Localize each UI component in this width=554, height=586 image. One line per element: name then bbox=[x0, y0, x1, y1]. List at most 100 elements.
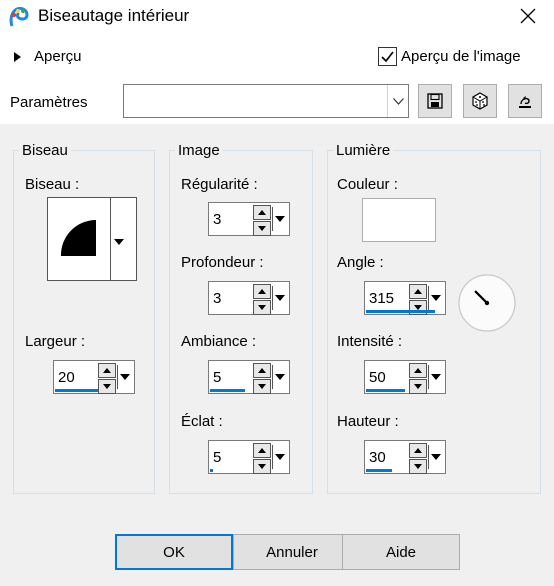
arrow-down-icon bbox=[414, 464, 422, 469]
cancel-button[interactable]: Annuler bbox=[233, 534, 351, 570]
arrow-down-icon bbox=[258, 384, 266, 389]
ambience-level-bar bbox=[210, 389, 245, 392]
angle-dial[interactable] bbox=[452, 272, 522, 334]
depth-spinbox[interactable] bbox=[208, 281, 290, 315]
arrow-down-icon bbox=[258, 305, 266, 310]
width-spinbox[interactable] bbox=[53, 360, 135, 394]
smoothness-spinbox[interactable] bbox=[208, 202, 290, 236]
ambience-down-button[interactable] bbox=[253, 379, 271, 394]
presets-label: Paramètres bbox=[10, 94, 88, 111]
width-level-bar bbox=[55, 389, 98, 392]
arrow-up-icon bbox=[258, 289, 266, 294]
ambience-spinbox[interactable] bbox=[208, 360, 290, 394]
help-button[interactable]: Aide bbox=[342, 534, 460, 570]
width-input[interactable] bbox=[58, 369, 92, 386]
arrow-down-icon bbox=[258, 464, 266, 469]
shininess-down-button[interactable] bbox=[253, 459, 271, 474]
window-title: Biseautage intérieur bbox=[38, 6, 190, 25]
width-down-button[interactable] bbox=[98, 379, 116, 394]
checkmark-icon bbox=[381, 51, 394, 63]
arrow-up-icon bbox=[103, 368, 111, 373]
shininess-input[interactable] bbox=[213, 449, 247, 466]
smoothness-slider-dropdown[interactable] bbox=[272, 207, 287, 231]
arrow-down-icon bbox=[258, 226, 266, 231]
angle-spinbox[interactable] bbox=[364, 281, 446, 315]
arrow-up-icon bbox=[258, 368, 266, 373]
width-up-button[interactable] bbox=[98, 363, 116, 378]
triangle-down-icon bbox=[275, 374, 285, 380]
image-group-title: Image bbox=[175, 142, 223, 159]
shininess-level-bar bbox=[210, 469, 213, 472]
ambience-input[interactable] bbox=[213, 369, 247, 386]
image-preview-label: Aperçu de l'image bbox=[401, 48, 521, 65]
randomize-button[interactable] bbox=[463, 84, 497, 118]
triangle-down-icon bbox=[114, 239, 124, 245]
angle-slider-dropdown[interactable] bbox=[428, 286, 443, 310]
close-button[interactable] bbox=[510, 2, 546, 30]
save-icon bbox=[427, 93, 443, 109]
checkbox-box[interactable] bbox=[378, 47, 397, 66]
intensity-spinbox[interactable] bbox=[364, 360, 446, 394]
width-slider-dropdown[interactable] bbox=[117, 365, 132, 389]
triangle-down-icon bbox=[120, 374, 130, 380]
save-preset-button[interactable] bbox=[418, 84, 452, 118]
height-up-button[interactable] bbox=[409, 443, 427, 458]
width-label: Largeur : bbox=[25, 333, 86, 350]
preview-toggle-label: Aperçu bbox=[34, 48, 82, 65]
bevel-group-title: Biseau bbox=[19, 142, 71, 159]
shininess-spinbox[interactable] bbox=[208, 440, 290, 474]
height-input[interactable] bbox=[369, 449, 403, 466]
shininess-label: Éclat : bbox=[181, 413, 223, 430]
shininess-up-button[interactable] bbox=[253, 443, 271, 458]
light-group-title: Lumière bbox=[333, 142, 394, 159]
triangle-right-icon bbox=[14, 51, 21, 62]
smoothness-down-button[interactable] bbox=[253, 221, 271, 236]
angle-dial-knob[interactable] bbox=[484, 300, 490, 306]
presets-input[interactable] bbox=[128, 91, 382, 109]
smoothness-input[interactable] bbox=[213, 211, 247, 228]
height-slider-dropdown[interactable] bbox=[428, 445, 443, 469]
preview-toggle[interactable]: Aperçu bbox=[14, 48, 82, 65]
angle-up-button[interactable] bbox=[409, 284, 427, 299]
image-preview-checkbox[interactable]: Aperçu de l'image bbox=[378, 47, 521, 66]
bevel-shape-picker[interactable] bbox=[47, 197, 137, 281]
arrow-up-icon bbox=[414, 368, 422, 373]
triangle-down-icon bbox=[275, 454, 285, 460]
light-color-swatch[interactable] bbox=[362, 198, 436, 242]
bevel-label: Biseau : bbox=[25, 176, 80, 193]
ambience-label: Ambiance : bbox=[181, 333, 257, 350]
ambience-up-button[interactable] bbox=[253, 363, 271, 378]
intensity-label: Intensité : bbox=[337, 333, 403, 350]
reset-icon bbox=[519, 96, 531, 108]
triangle-down-icon bbox=[275, 295, 285, 301]
triangle-down-icon bbox=[431, 295, 441, 301]
angle-label: Angle : bbox=[337, 254, 384, 271]
arrow-up-icon bbox=[414, 448, 422, 453]
height-down-button[interactable] bbox=[409, 459, 427, 474]
intensity-slider-dropdown[interactable] bbox=[428, 365, 443, 389]
reset-button[interactable] bbox=[508, 84, 542, 118]
angle-input[interactable] bbox=[369, 290, 403, 307]
chevron-down-icon bbox=[392, 97, 404, 105]
intensity-input[interactable] bbox=[369, 369, 403, 386]
intensity-down-button[interactable] bbox=[409, 379, 427, 394]
depth-down-button[interactable] bbox=[253, 300, 271, 315]
triangle-down-icon bbox=[275, 216, 285, 222]
smoothness-up-button[interactable] bbox=[253, 205, 271, 220]
intensity-level-bar bbox=[366, 389, 405, 392]
height-spinbox[interactable] bbox=[364, 440, 446, 474]
shininess-slider-dropdown[interactable] bbox=[272, 445, 287, 469]
presets-dropdown-button[interactable] bbox=[387, 85, 408, 117]
close-icon bbox=[520, 8, 536, 24]
smoothness-label: Régularité : bbox=[181, 176, 258, 193]
bevel-dropdown-arrow[interactable] bbox=[114, 232, 124, 249]
intensity-up-button[interactable] bbox=[409, 363, 427, 378]
height-label: Hauteur : bbox=[337, 413, 399, 430]
quarter-round-bevel-icon bbox=[60, 220, 96, 256]
ok-button[interactable]: OK bbox=[115, 534, 233, 570]
ambience-slider-dropdown[interactable] bbox=[272, 365, 287, 389]
depth-up-button[interactable] bbox=[253, 284, 271, 299]
depth-input[interactable] bbox=[213, 290, 247, 307]
depth-slider-dropdown[interactable] bbox=[272, 286, 287, 310]
presets-combobox[interactable] bbox=[123, 84, 409, 118]
